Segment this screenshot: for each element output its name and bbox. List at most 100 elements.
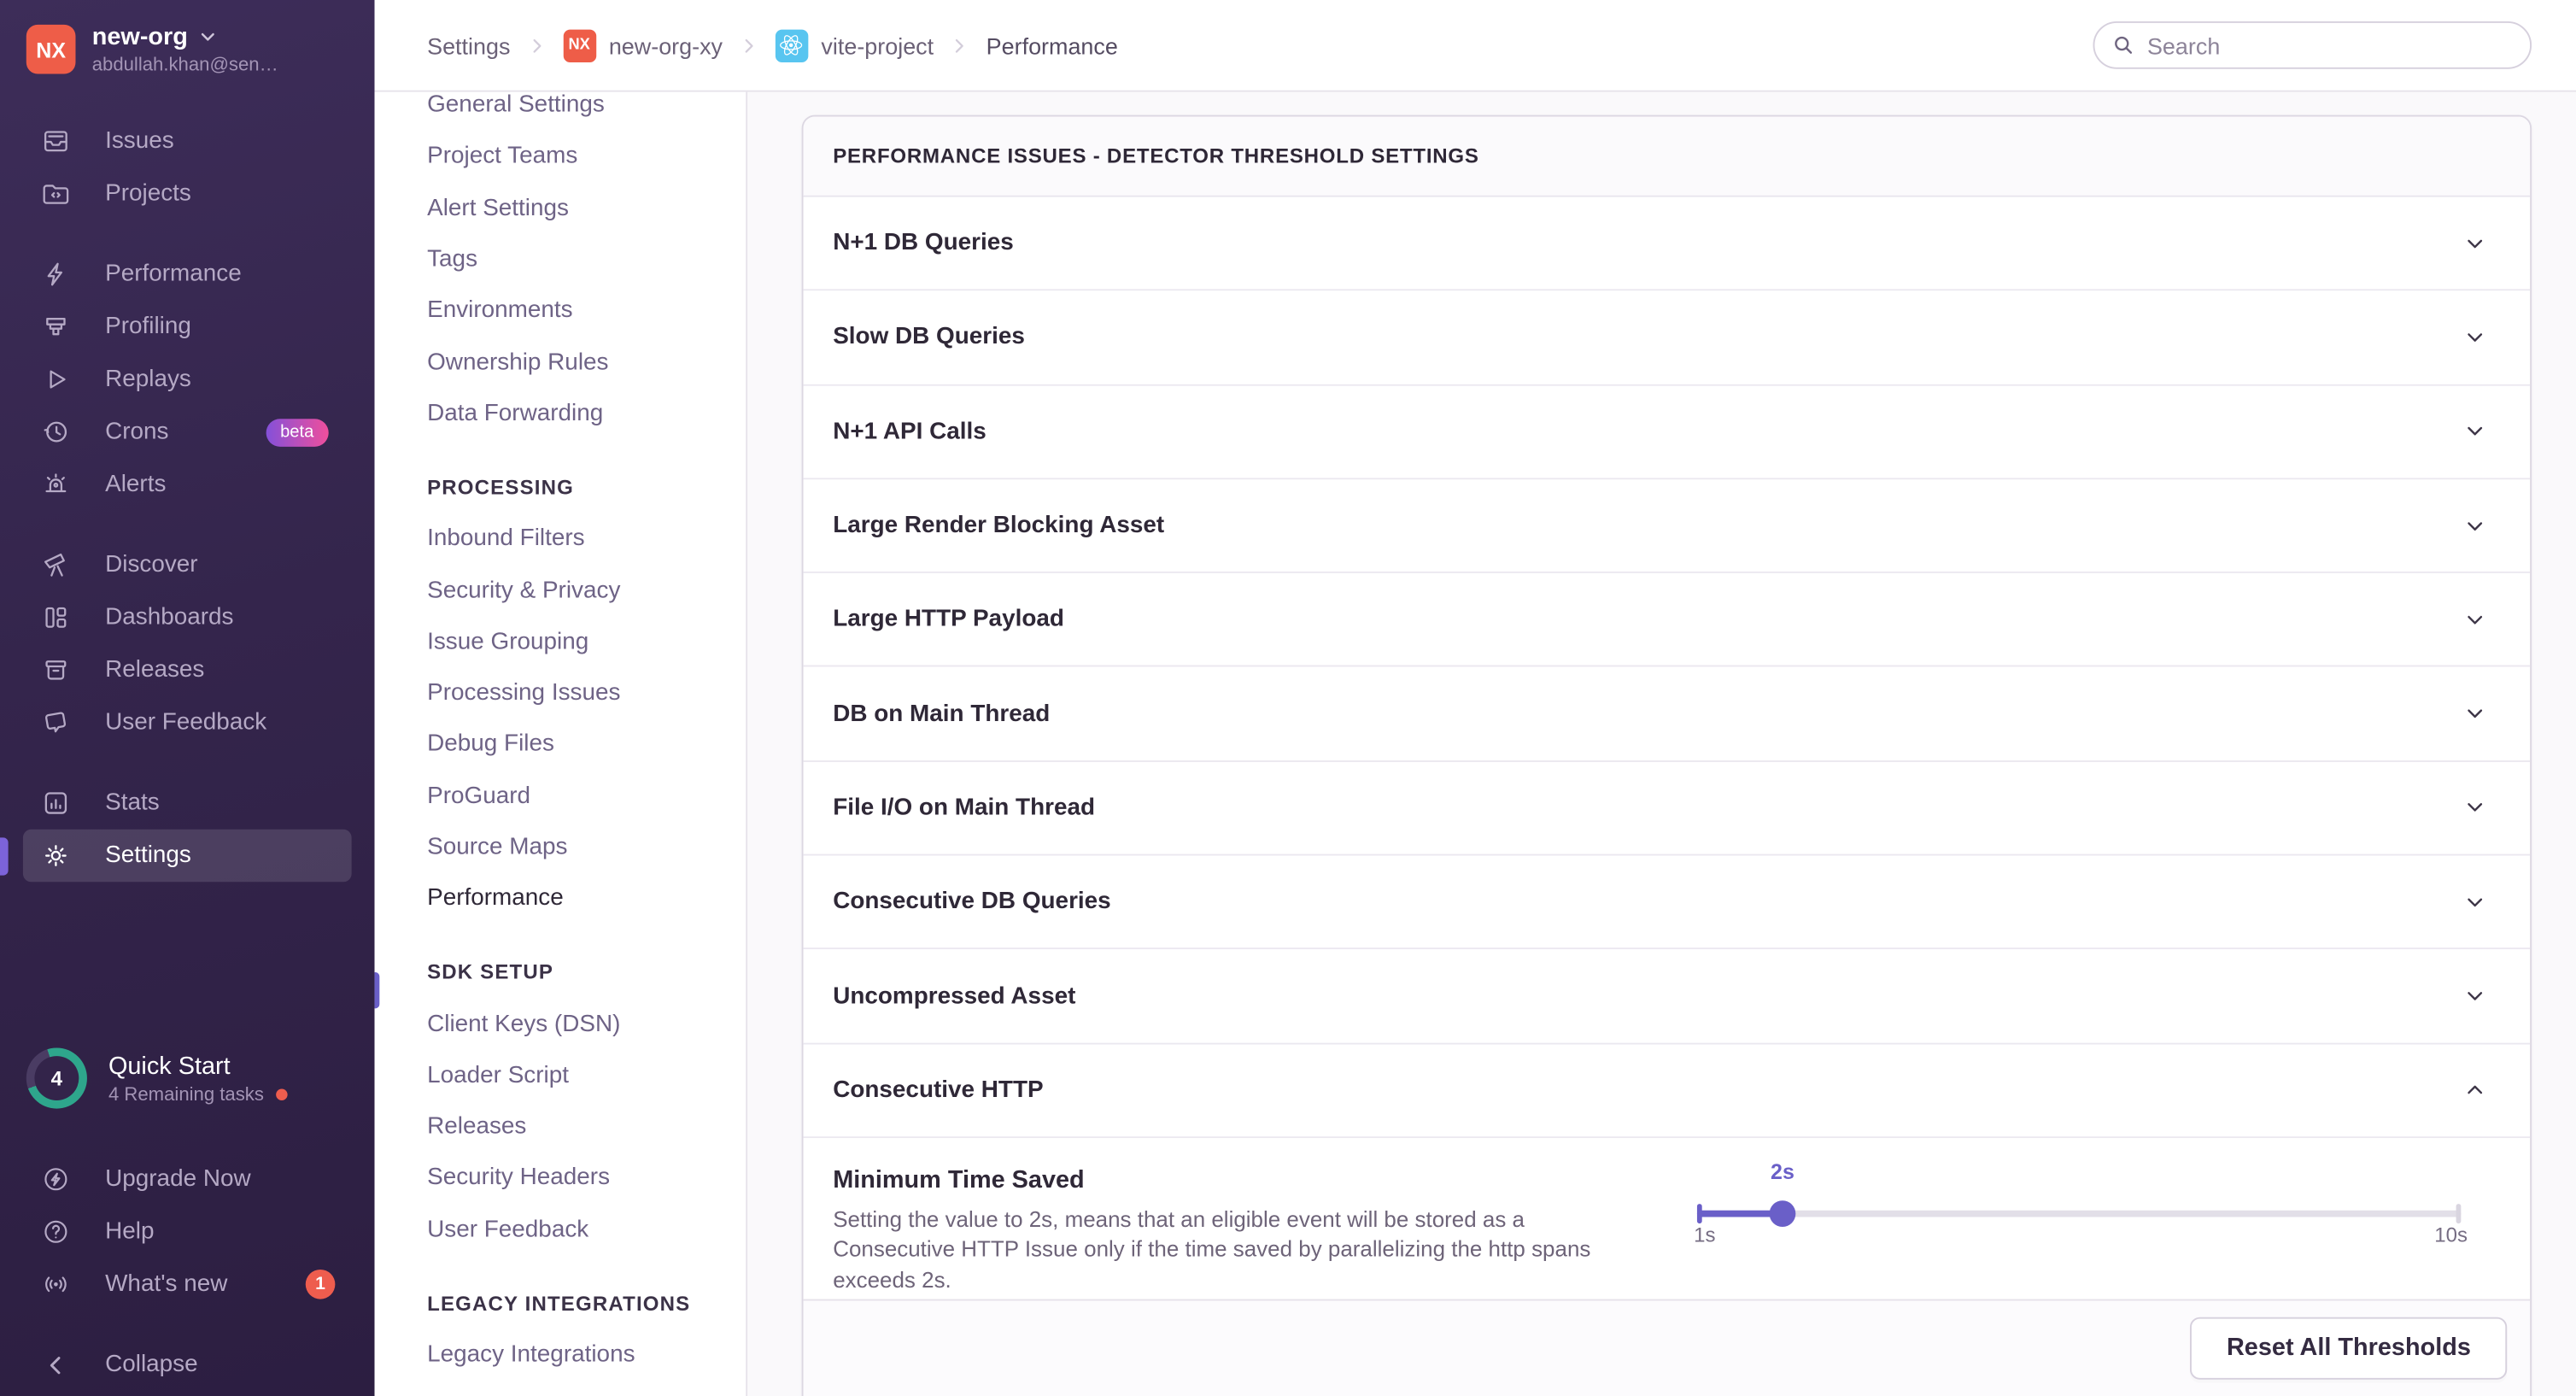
settings-nav-releases[interactable]: Releases bbox=[375, 1101, 746, 1153]
collapse-button[interactable]: Collapse bbox=[23, 1339, 352, 1392]
quick-start-subtitle: 4 Remaining tasks bbox=[108, 1085, 264, 1105]
alert-dot bbox=[275, 1089, 286, 1100]
sidebar-item-upgrade-now[interactable]: Upgrade Now bbox=[23, 1153, 352, 1205]
reset-all-thresholds-button[interactable]: Reset All Thresholds bbox=[2191, 1317, 2508, 1380]
sidebar-item-releases[interactable]: Releases bbox=[23, 644, 352, 697]
settings-nav-loader-script[interactable]: Loader Script bbox=[375, 1050, 746, 1101]
panel-footer: Reset All Thresholds bbox=[804, 1299, 2531, 1396]
settings-nav-processing-issues[interactable]: Processing Issues bbox=[375, 667, 746, 719]
breadcrumb-organization[interactable]: NX new-org-xy bbox=[563, 29, 723, 62]
chevron-down-icon bbox=[2462, 795, 2487, 820]
collapse-row-wrap: Collapse bbox=[0, 1339, 375, 1392]
slider-track[interactable] bbox=[1697, 1211, 2461, 1218]
sidebar-item-user-feedback[interactable]: User Feedback bbox=[23, 696, 352, 749]
sidebar-item-issues[interactable]: Issues bbox=[23, 115, 352, 168]
setting-description: Setting the value to 2s, means that an e… bbox=[833, 1205, 1638, 1296]
breadcrumb-settings[interactable]: Settings bbox=[427, 32, 510, 58]
detector-row-n1-db-queries[interactable]: N+1 DB Queries bbox=[804, 197, 2531, 291]
settings-nav-proguard[interactable]: ProGuard bbox=[375, 771, 746, 822]
org-meta: new-org abdullah.khan@sen… bbox=[92, 23, 278, 76]
sidebar-item-settings[interactable]: Settings bbox=[23, 830, 352, 883]
whats-new-badge: 1 bbox=[306, 1270, 336, 1299]
quick-start-progress-ring: 4 bbox=[26, 1047, 87, 1108]
user-feedback-icon bbox=[41, 708, 71, 738]
settings-nav-project-teams[interactable]: Project Teams bbox=[375, 131, 746, 182]
beta-badge: beta bbox=[266, 418, 329, 446]
org-badge-icon: NX bbox=[563, 29, 595, 62]
alerts-icon bbox=[41, 470, 71, 500]
detector-row-slow-db-queries[interactable]: Slow DB Queries bbox=[804, 291, 2531, 385]
projects-icon bbox=[41, 179, 71, 209]
sidebar-item-alerts[interactable]: Alerts bbox=[23, 458, 352, 511]
slider-thumb[interactable] bbox=[1770, 1200, 1796, 1227]
sidebar-item-whats-new[interactable]: What's new 1 bbox=[23, 1258, 352, 1311]
detector-settings-panel: PERFORMANCE ISSUES - DETECTOR THRESHOLD … bbox=[802, 115, 2532, 1396]
settings-nav-environments[interactable]: Environments bbox=[375, 285, 746, 337]
search-box[interactable] bbox=[2093, 21, 2532, 69]
top-header: Settings NX new-org-xy vite-project Perf… bbox=[375, 0, 2576, 92]
sidebar-item-label: Discover bbox=[105, 552, 197, 578]
org-avatar: NX bbox=[26, 25, 76, 74]
chevron-left-icon bbox=[41, 1350, 71, 1380]
detector-row-consecutive-http[interactable]: Consecutive HTTP bbox=[804, 1044, 2531, 1138]
quick-start[interactable]: 4 Quick Start 4 Remaining tasks bbox=[26, 1047, 287, 1108]
settings-nav-security-headers[interactable]: Security Headers bbox=[375, 1153, 746, 1204]
detector-row-file-io-on-main-thread[interactable]: File I/O on Main Thread bbox=[804, 762, 2531, 856]
sidebar-item-label: Upgrade Now bbox=[105, 1166, 251, 1193]
breadcrumb-project[interactable]: vite-project bbox=[776, 29, 934, 62]
sidebar-item-label: Releases bbox=[105, 657, 204, 683]
detector-row-db-on-main-thread[interactable]: DB on Main Thread bbox=[804, 667, 2531, 761]
sidebar-item-crons[interactable]: Crons beta bbox=[23, 406, 352, 459]
settings-nav-user-feedback[interactable]: User Feedback bbox=[375, 1204, 746, 1255]
slider-end-tick bbox=[2456, 1204, 2462, 1223]
crons-icon bbox=[41, 417, 71, 447]
app-root: NX new-org abdullah.khan@sen… Issues bbox=[0, 0, 2576, 1396]
sidebar-item-dashboards[interactable]: Dashboards bbox=[23, 591, 352, 644]
detector-row-large-render-blocking-asset[interactable]: Large Render Blocking Asset bbox=[804, 479, 2531, 573]
chevron-up-icon bbox=[2462, 1078, 2487, 1103]
sidebar-item-label: Replays bbox=[105, 367, 191, 393]
sidebar-item-performance[interactable]: Performance bbox=[23, 248, 352, 301]
settings-nav-security-privacy[interactable]: Security & Privacy bbox=[375, 565, 746, 616]
react-logo-icon bbox=[776, 29, 808, 62]
slider-max-label: 10s bbox=[2434, 1223, 2468, 1246]
settings-nav-alert-settings[interactable]: Alert Settings bbox=[375, 183, 746, 234]
sidebar-item-stats[interactable]: Stats bbox=[23, 777, 352, 830]
sidebar-item-replays[interactable]: Replays bbox=[23, 353, 352, 406]
sidebar-item-label: Settings bbox=[105, 842, 191, 869]
sidebar-item-profiling[interactable]: Profiling bbox=[23, 301, 352, 354]
chevron-down-icon bbox=[2462, 889, 2487, 914]
releases-icon bbox=[41, 655, 71, 685]
detector-row-n1-api-calls[interactable]: N+1 API Calls bbox=[804, 385, 2531, 479]
sidebar-item-projects[interactable]: Projects bbox=[23, 167, 352, 220]
settings-nav-issue-grouping[interactable]: Issue Grouping bbox=[375, 616, 746, 667]
settings-nav-heading-sdk-setup: SDK SETUP bbox=[375, 947, 746, 998]
replays-icon bbox=[41, 365, 71, 395]
performance-icon bbox=[41, 260, 71, 290]
detector-row-uncompressed-asset[interactable]: Uncompressed Asset bbox=[804, 950, 2531, 1044]
org-user-email: abdullah.khan@sen… bbox=[92, 56, 278, 75]
settings-nav-data-forwarding[interactable]: Data Forwarding bbox=[375, 388, 746, 439]
settings-nav-source-maps[interactable]: Source Maps bbox=[375, 822, 746, 873]
settings-nav-client-keys[interactable]: Client Keys (DSN) bbox=[375, 999, 746, 1050]
settings-nav-debug-files[interactable]: Debug Files bbox=[375, 719, 746, 771]
detector-row-consecutive-db-queries[interactable]: Consecutive DB Queries bbox=[804, 856, 2531, 950]
chevron-down-icon bbox=[2462, 326, 2487, 350]
settings-nav-performance[interactable]: Performance bbox=[375, 873, 746, 924]
settings-nav-ownership-rules[interactable]: Ownership Rules bbox=[375, 337, 746, 388]
settings-nav-tags[interactable]: Tags bbox=[375, 234, 746, 285]
sidebar-item-discover[interactable]: Discover bbox=[23, 539, 352, 592]
settings-nav-heading-legacy-integrations: LEGACY INTEGRATIONS bbox=[375, 1278, 746, 1329]
chevron-down-icon bbox=[2462, 513, 2487, 538]
org-switcher[interactable]: NX new-org abdullah.khan@sen… bbox=[26, 23, 348, 76]
chevron-down-icon bbox=[2462, 419, 2487, 444]
sidebar-item-label: Issues bbox=[105, 128, 174, 155]
sidebar-item-help[interactable]: Help bbox=[23, 1205, 352, 1258]
search-input[interactable] bbox=[2147, 32, 2476, 58]
gear-icon bbox=[41, 841, 71, 871]
chevron-down-icon bbox=[2462, 231, 2487, 255]
settings-nav-inbound-filters[interactable]: Inbound Filters bbox=[375, 513, 746, 565]
settings-nav-legacy-integrations[interactable]: Legacy Integrations bbox=[375, 1329, 746, 1381]
detector-row-large-http-payload[interactable]: Large HTTP Payload bbox=[804, 573, 2531, 667]
settings-nav-general-settings[interactable]: General Settings bbox=[375, 92, 746, 132]
